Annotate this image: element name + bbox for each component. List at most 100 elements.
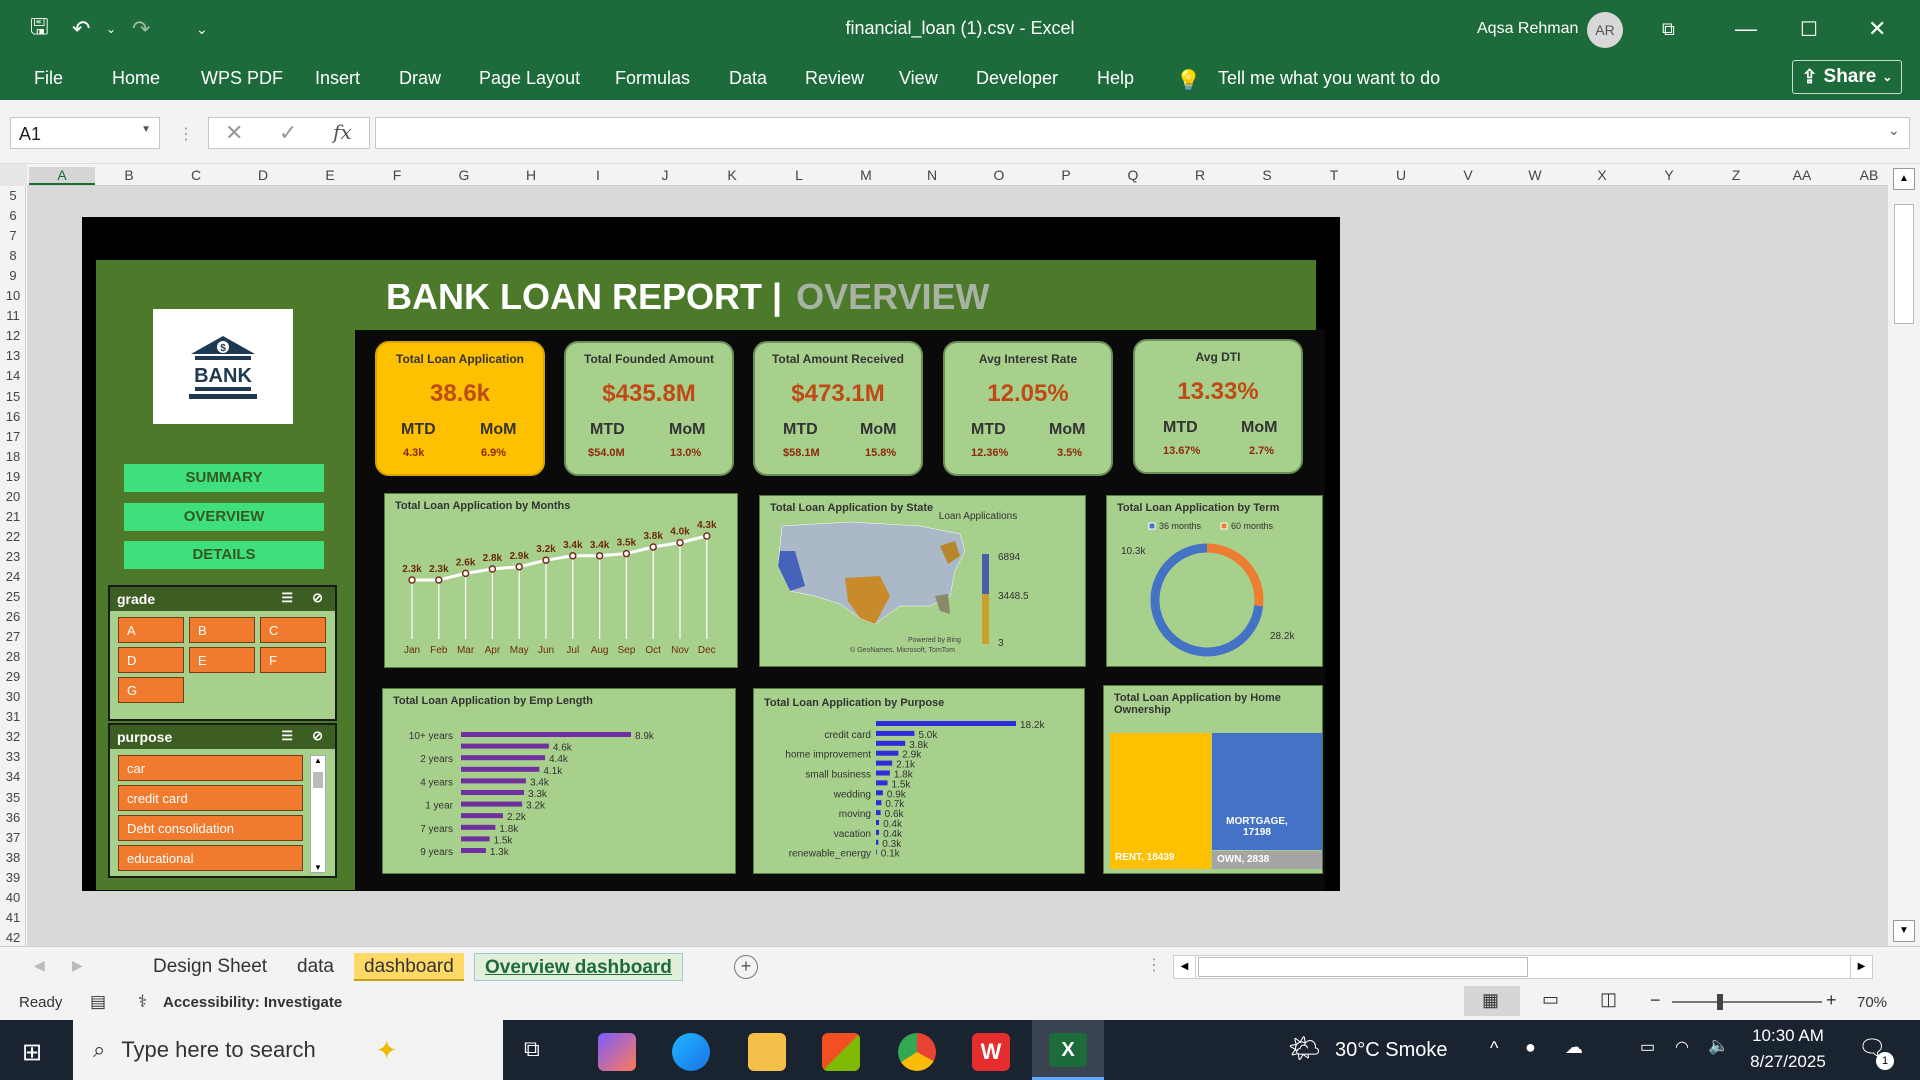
row-header[interactable]: 9 — [0, 268, 26, 283]
tab-home[interactable]: Home — [112, 68, 160, 89]
row-header[interactable]: 40 — [0, 890, 26, 905]
taskbar-search[interactable]: ⌕ Type here to search ✦ — [73, 1020, 503, 1080]
tray-onedrive-icon[interactable]: ☁ — [1565, 1037, 1583, 1058]
row-header[interactable]: 37 — [0, 830, 26, 845]
excel-taskbar-active[interactable]: X — [1032, 1020, 1104, 1080]
row-header[interactable]: 15 — [0, 389, 26, 404]
macro-record-icon[interactable]: ▤ — [90, 992, 106, 1012]
row-header[interactable]: 19 — [0, 469, 26, 484]
file-explorer-app-icon[interactable] — [748, 1033, 786, 1071]
column-header[interactable]: S — [1234, 167, 1300, 183]
row-header[interactable]: 41 — [0, 910, 26, 925]
column-header[interactable]: M — [833, 167, 899, 183]
tab-view[interactable]: View — [899, 68, 938, 89]
select-all-corner[interactable] — [0, 164, 27, 186]
slicer-scroll-down-icon[interactable]: ▼ — [311, 863, 325, 872]
cancel-icon[interactable]: ✕ — [225, 120, 243, 146]
tab-page-layout[interactable]: Page Layout — [479, 68, 580, 89]
weather-icon[interactable]: 🌤 — [1288, 1033, 1321, 1064]
user-name[interactable]: Aqsa Rehman — [1477, 20, 1578, 38]
months-chart-panel[interactable]: Total Loan Application by Months 2.3k Jan… — [384, 493, 738, 668]
row-header[interactable]: 31 — [0, 709, 26, 724]
scroll-right-icon[interactable]: ▶ — [1850, 956, 1872, 978]
wps-app-icon[interactable]: W — [972, 1033, 1010, 1071]
more-options-icon[interactable]: ⋮ — [178, 124, 194, 144]
zoom-slider-thumb[interactable] — [1717, 994, 1723, 1010]
column-header[interactable]: Y — [1636, 167, 1702, 183]
column-header[interactable]: G — [431, 167, 497, 183]
home-ownership-panel[interactable]: Total Loan Application by Home Ownership… — [1103, 685, 1323, 874]
zoom-in-icon[interactable]: + — [1826, 990, 1837, 1011]
tab-help[interactable]: Help — [1097, 68, 1134, 89]
edge-app-icon[interactable] — [672, 1033, 710, 1071]
name-box[interactable]: A1 ▼ — [10, 117, 160, 149]
scroll-left-icon[interactable]: ◀ — [1174, 956, 1196, 978]
grade-f[interactable]: F — [260, 647, 326, 673]
row-header[interactable]: 30 — [0, 689, 26, 704]
tab-formulas[interactable]: Formulas — [615, 68, 690, 89]
row-header[interactable]: 24 — [0, 569, 26, 584]
tab-draw[interactable]: Draw — [399, 68, 441, 89]
column-header[interactable]: B — [96, 167, 162, 183]
sheet-tab-design-sheet[interactable]: Design Sheet — [143, 953, 277, 981]
slicer-scroll-up-icon[interactable]: ▲ — [311, 756, 325, 765]
row-header[interactable]: 28 — [0, 649, 26, 664]
column-header[interactable]: K — [699, 167, 765, 183]
row-header[interactable]: 10 — [0, 288, 26, 303]
row-header[interactable]: 11 — [0, 308, 26, 323]
copilot-app-icon[interactable] — [598, 1033, 636, 1071]
tray-chevron-icon[interactable]: ^ — [1490, 1038, 1498, 1059]
vertical-scrollbar[interactable]: ▲ ▼ — [1888, 164, 1920, 946]
row-header[interactable]: 18 — [0, 449, 26, 464]
row-header[interactable]: 21 — [0, 509, 26, 524]
zoom-slider[interactable] — [1672, 1001, 1822, 1003]
row-header[interactable]: 39 — [0, 870, 26, 885]
row-header[interactable]: 29 — [0, 669, 26, 684]
zoom-out-icon[interactable]: − — [1650, 990, 1661, 1011]
share-button[interactable]: ⇪ Share ⌄ — [1792, 60, 1902, 94]
column-header[interactable]: N — [899, 167, 965, 183]
purpose-credit-card[interactable]: credit card — [118, 785, 303, 811]
grade-b[interactable]: B — [189, 617, 255, 643]
scroll-thumb[interactable] — [1894, 204, 1914, 324]
row-header[interactable]: 26 — [0, 609, 26, 624]
multi-select-icon[interactable]: ☰ — [281, 728, 293, 744]
enter-icon[interactable]: ✓ — [279, 120, 297, 146]
row-header[interactable]: 5 — [0, 188, 26, 203]
row-header[interactable]: 14 — [0, 368, 26, 383]
page-break-view-icon[interactable]: ◫ — [1600, 989, 1617, 1010]
row-header[interactable]: 23 — [0, 549, 26, 564]
clock-time[interactable]: 10:30 AM — [1745, 1026, 1831, 1046]
column-header[interactable]: R — [1167, 167, 1233, 183]
column-header[interactable]: I — [565, 167, 631, 183]
clear-filter-icon[interactable]: ⊘ — [312, 728, 323, 744]
tab-split-handle[interactable]: ⋮ — [1146, 955, 1162, 975]
sheet-tab-dashboard[interactable]: dashboard — [354, 953, 464, 981]
row-header[interactable]: 13 — [0, 348, 26, 363]
ribbon-display-icon[interactable]: ⧉ — [1662, 14, 1675, 44]
insert-function-icon[interactable]: fx — [333, 120, 352, 144]
column-header[interactable]: AA — [1769, 167, 1835, 183]
zoom-level[interactable]: 70% — [1857, 994, 1887, 1011]
row-header[interactable]: 7 — [0, 228, 26, 243]
tab-insert[interactable]: Insert — [315, 68, 360, 89]
grade-c[interactable]: C — [260, 617, 326, 643]
page-layout-view-icon[interactable]: ▭ — [1542, 989, 1559, 1010]
chrome-app-icon[interactable] — [898, 1033, 936, 1071]
row-header[interactable]: 6 — [0, 208, 26, 223]
grade-d[interactable]: D — [118, 647, 184, 673]
add-sheet-icon[interactable]: + — [734, 955, 758, 979]
redo-icon[interactable]: ↷ — [132, 14, 150, 44]
weather-text[interactable]: 30°C Smoke — [1335, 1039, 1448, 1062]
task-view-icon[interactable]: ⧉ — [524, 1036, 540, 1062]
formula-input[interactable] — [375, 117, 1910, 149]
tab-review[interactable]: Review — [805, 68, 864, 89]
row-header[interactable]: 12 — [0, 328, 26, 343]
slicer-scrollbar[interactable]: ▲ ▼ — [310, 755, 326, 873]
column-header[interactable]: Z — [1703, 167, 1769, 183]
expand-formula-icon[interactable]: ⌄ — [1888, 122, 1900, 139]
purpose-car[interactable]: car — [118, 755, 303, 781]
column-header[interactable]: X — [1569, 167, 1635, 183]
summary-button[interactable]: SUMMARY — [124, 464, 324, 492]
row-header[interactable]: 32 — [0, 729, 26, 744]
